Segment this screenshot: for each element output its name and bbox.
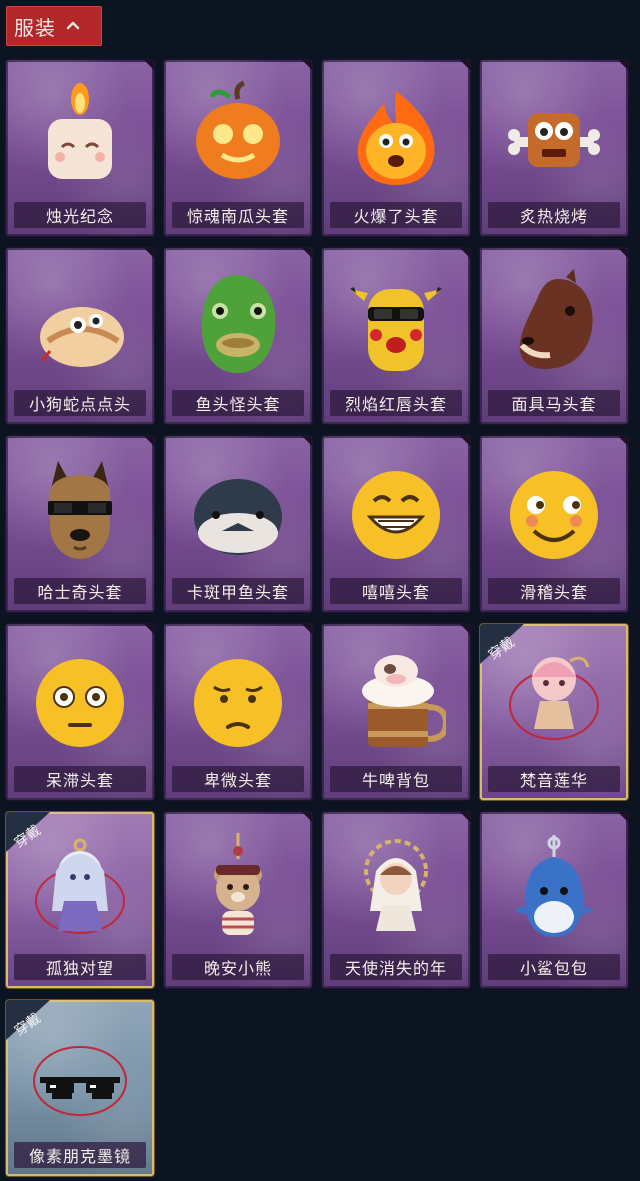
costume-card[interactable]: 滑稽头套 — [480, 436, 628, 612]
costume-card[interactable]: 小狗蛇点点头 — [6, 248, 154, 424]
costume-card[interactable]: 烛光纪念 — [6, 60, 154, 236]
costume-label: 像素朋克墨镜 — [28, 1149, 131, 1166]
costume-card-equipped[interactable]: 穿戴 梵音莲华 — [480, 624, 628, 800]
costume-card[interactable]: 炙热烧烤 — [480, 60, 628, 236]
costume-label: 烈焰红唇头套 — [344, 397, 447, 414]
costume-card[interactable]: 面具马头套 — [480, 248, 628, 424]
costume-card[interactable]: 惊魂南瓜头套 — [164, 60, 312, 236]
beer-backpack-icon — [344, 642, 448, 754]
costume-card[interactable]: 哈士奇头套 — [6, 436, 154, 612]
costume-label: 小鲨包包 — [519, 961, 588, 978]
charm-character-icon — [502, 642, 606, 754]
pixel-sunglasses-icon — [28, 1018, 132, 1130]
pikachu-mask-icon — [344, 266, 448, 378]
charm-character-icon — [28, 830, 132, 942]
costume-label: 天使消失的年 — [344, 961, 447, 978]
costume-card[interactable]: 牛啤背包 — [322, 624, 470, 800]
costume-label: 滑稽头套 — [519, 585, 588, 602]
costume-label: 鱼头怪头套 — [195, 397, 281, 414]
costume-label: 烛光纪念 — [45, 209, 114, 226]
costume-card[interactable]: 呆滞头套 — [6, 624, 154, 800]
snake-icon — [28, 266, 132, 378]
bear-charm-icon — [186, 830, 290, 942]
costume-card[interactable]: 卡斑甲鱼头套 — [164, 436, 312, 612]
fire-icon — [344, 78, 448, 190]
shark-charm-icon — [502, 830, 606, 942]
costume-label: 惊魂南瓜头套 — [186, 209, 289, 226]
costume-card[interactable]: 嘻嘻头套 — [322, 436, 470, 612]
pumpkin-icon — [186, 78, 290, 190]
fish-head-icon — [186, 266, 290, 378]
costume-label: 呆滞头套 — [45, 773, 114, 790]
bbq-icon — [502, 78, 606, 190]
angel-charm-icon — [344, 830, 448, 942]
costume-card-equipped[interactable]: 穿戴 像素朋克墨镜 — [6, 1000, 154, 1176]
costume-label: 嘻嘻头套 — [361, 585, 430, 602]
costume-label: 卡斑甲鱼头套 — [186, 585, 289, 602]
costume-card[interactable]: 火爆了头套 — [322, 60, 470, 236]
costume-label: 火爆了头套 — [353, 209, 439, 226]
costume-card[interactable]: 卑微头套 — [164, 624, 312, 800]
stunned-emoji-icon — [28, 642, 132, 754]
costume-label: 晚安小熊 — [203, 961, 272, 978]
costume-label: 卑微头套 — [203, 773, 272, 790]
smirk-emoji-icon — [502, 454, 606, 566]
costume-card[interactable]: 烈焰红唇头套 — [322, 248, 470, 424]
costume-label: 小狗蛇点点头 — [28, 397, 131, 414]
fish-head-icon — [186, 454, 290, 566]
costume-label: 孤独对望 — [45, 961, 114, 978]
costume-card-equipped[interactable]: 穿戴 孤独对望 — [6, 812, 154, 988]
costume-card[interactable]: 小鲨包包 — [480, 812, 628, 988]
costume-label: 面具马头套 — [511, 397, 597, 414]
grin-emoji-icon — [344, 454, 448, 566]
costume-label: 梵音莲华 — [519, 773, 588, 790]
costume-label: 哈士奇头套 — [37, 585, 123, 602]
husky-head-icon — [28, 454, 132, 566]
costume-card[interactable]: 天使消失的年 — [322, 812, 470, 988]
horse-head-icon — [502, 266, 606, 378]
costume-card[interactable]: 鱼头怪头套 — [164, 248, 312, 424]
costume-grid: 烛光纪念 惊魂南瓜头套 火爆了头套 炙热烧烤 小狗蛇点点头 鱼头怪头套 烈焰红唇… — [0, 0, 640, 1181]
candle-icon — [28, 78, 132, 190]
costume-label: 炙热烧烤 — [519, 209, 588, 226]
costume-card[interactable]: 晚安小熊 — [164, 812, 312, 988]
costume-label: 牛啤背包 — [361, 773, 430, 790]
sad-emoji-icon — [186, 642, 290, 754]
